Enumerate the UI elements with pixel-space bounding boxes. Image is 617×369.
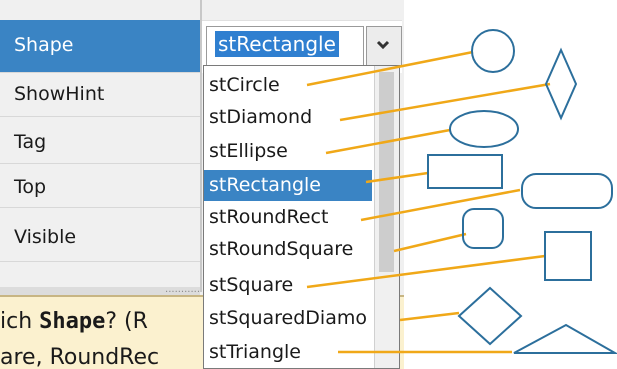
leader-line-roundsquare: [393, 232, 467, 253]
ellipse-shape: [449, 110, 519, 148]
triangle-shape: [513, 323, 617, 354]
roundrect-shape: [521, 173, 613, 209]
leader-line-rectangle: [365, 171, 429, 184]
leader-line-circle: [306, 50, 474, 87]
roundsquare-shape: [462, 208, 504, 249]
squared-diamond-shape: [457, 286, 523, 346]
circle-shape: [471, 29, 515, 73]
leader-line-squareddiamond: [399, 311, 460, 322]
rectangle-shape: [427, 154, 503, 189]
leader-line-diamond: [339, 82, 551, 122]
leader-line-ellipse: [325, 128, 451, 155]
diamond-shape: [544, 47, 578, 121]
square-shape: [544, 231, 592, 281]
leader-line-square: [306, 254, 546, 289]
leader-line-roundrect: [360, 188, 521, 222]
shape-illustrations: [306, 29, 617, 354]
